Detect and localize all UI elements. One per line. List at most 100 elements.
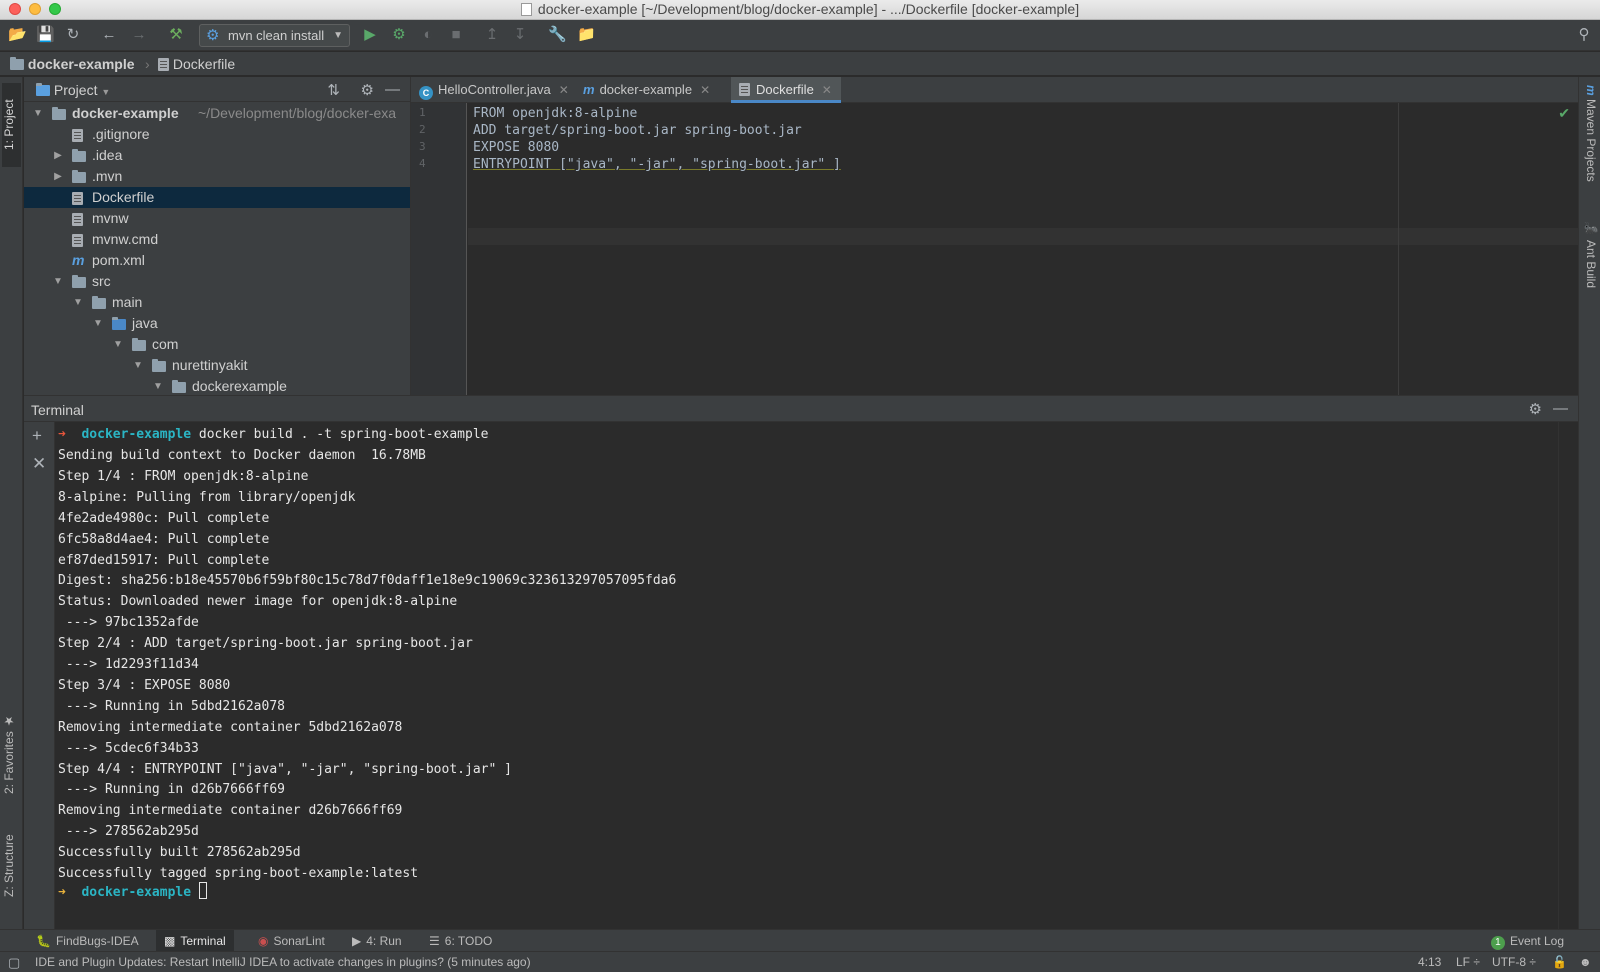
chevron-down-icon[interactable]: ▼ bbox=[92, 313, 104, 334]
tree-item[interactable]: ▶ .idea bbox=[24, 145, 410, 166]
code-line[interactable]: EXPOSE 8080 bbox=[473, 139, 559, 156]
sync-icon[interactable]: ↻ bbox=[64, 26, 82, 44]
tool-tab-label: 4: Run bbox=[366, 934, 402, 948]
terminal-scrollbar[interactable] bbox=[1558, 422, 1578, 929]
run-configuration-select[interactable]: ⚙ mvn clean install ▼ bbox=[199, 24, 350, 47]
tool-tab-project-label: 1: Project bbox=[2, 99, 16, 151]
breadcrumb-separator: › bbox=[145, 56, 150, 72]
tree-item[interactable]: Dockerfile bbox=[24, 187, 410, 208]
close-icon[interactable]: ✕ bbox=[822, 83, 832, 97]
open-folder-icon[interactable]: 📂 bbox=[8, 26, 27, 44]
tree-item-label: mvnw bbox=[92, 210, 129, 226]
hide-panel-icon[interactable]: — bbox=[385, 81, 400, 98]
terminal-line: ---> Running in d26b7666ff69 bbox=[58, 782, 285, 798]
tree-item-label: com bbox=[152, 336, 179, 352]
chevron-down-icon[interactable]: ▼ bbox=[112, 334, 124, 355]
collapse-all-icon[interactable]: ⇅ bbox=[327, 81, 340, 99]
tab-label: HelloController.java bbox=[438, 82, 551, 97]
terminal-prompt-line[interactable]: ➜ docker-example bbox=[58, 882, 207, 903]
gear-icon[interactable]: ⚙ bbox=[1529, 400, 1542, 418]
tree-item[interactable]: ▼ com bbox=[24, 334, 410, 355]
tree-item[interactable]: ▶ .mvn bbox=[24, 166, 410, 187]
forward-icon[interactable]: → bbox=[130, 26, 148, 44]
tool-tab-project[interactable]: 1: Project bbox=[2, 83, 21, 167]
close-session-icon[interactable]: ✕ bbox=[32, 454, 46, 474]
stop-icon[interactable]: ■ bbox=[447, 26, 465, 44]
chevron-down-icon[interactable]: ▼ bbox=[132, 355, 144, 376]
hide-panel-icon[interactable]: — bbox=[1553, 400, 1568, 417]
vcs-update-icon[interactable]: ↥ bbox=[483, 26, 501, 44]
chevron-down-icon[interactable]: ▼ bbox=[52, 271, 64, 292]
tool-tab-run[interactable]: ▶ 4: Run bbox=[344, 930, 410, 952]
tab-hellocontroller[interactable]: C HelloController.java ✕ bbox=[411, 77, 573, 103]
tree-item[interactable]: ▼ main bbox=[24, 292, 410, 313]
tab-label: Dockerfile bbox=[756, 82, 814, 97]
tree-item-label: src bbox=[92, 273, 111, 289]
tool-tab-structure[interactable]: Z: Structure bbox=[2, 821, 21, 911]
code-line[interactable]: ENTRYPOINT ["java", "-jar", "spring-boot… bbox=[473, 156, 841, 173]
tab-dockerfile[interactable]: Dockerfile ✕ bbox=[731, 77, 841, 103]
tree-item[interactable]: ▼ docker-example ~/Development/blog/docker… bbox=[24, 103, 410, 124]
tree-item[interactable]: mvnw bbox=[24, 208, 410, 229]
tool-tab-todo[interactable]: ☰ 6: TODO bbox=[421, 930, 500, 952]
tree-item[interactable]: ▼ nurettinyakit bbox=[24, 355, 410, 376]
toggle-tool-windows-icon[interactable]: ▢ bbox=[8, 955, 20, 971]
terminal-line: 8-alpine: Pulling from library/openjdk bbox=[58, 489, 356, 505]
chevron-right-icon[interactable]: ▶ bbox=[52, 166, 64, 187]
breadcrumb-file[interactable]: Dockerfile bbox=[158, 56, 235, 72]
run-icon[interactable]: ▶ bbox=[361, 26, 379, 44]
tree-item[interactable]: .gitignore bbox=[24, 124, 410, 145]
breadcrumb-project[interactable]: docker-example bbox=[10, 56, 135, 72]
hector-inspector-icon[interactable]: ☻ bbox=[1579, 955, 1592, 969]
tool-tab-terminal[interactable]: ▩ Terminal bbox=[156, 930, 234, 952]
code-line[interactable]: ADD target/spring-boot.jar spring-boot.j… bbox=[473, 122, 802, 139]
tree-item[interactable]: ▼ dockerexample bbox=[24, 376, 410, 395]
tool-tab-findbugs[interactable]: 🐛 FindBugs-IDEA bbox=[28, 930, 147, 952]
tool-tab-event-log[interactable]: 1 Event Log bbox=[1483, 930, 1572, 952]
tab-docker-example-pom[interactable]: m docker-example ✕ bbox=[575, 77, 723, 103]
tree-item[interactable]: mvnw.cmd bbox=[24, 229, 410, 250]
project-structure-icon[interactable]: 📁 bbox=[577, 26, 596, 44]
tool-tab-ant[interactable]: 🐜 Ant Build bbox=[1582, 222, 1598, 302]
status-bar: ▢ IDE and Plugin Updates: Restart Intell… bbox=[0, 951, 1600, 972]
file-encoding[interactable]: UTF-8 ÷ bbox=[1492, 955, 1536, 969]
line-separator[interactable]: LF ÷ bbox=[1456, 955, 1480, 969]
terminal-output[interactable]: ➜ docker-example docker build . -t sprin… bbox=[55, 422, 1558, 929]
tree-item-label: dockerexample bbox=[192, 378, 287, 394]
prompt-dir: docker-example bbox=[81, 885, 192, 900]
caret-position[interactable]: 4:13 bbox=[1418, 955, 1441, 969]
code-line[interactable]: FROM openjdk:8-alpine bbox=[473, 105, 637, 122]
close-icon[interactable]: ✕ bbox=[559, 83, 569, 97]
chevron-right-icon[interactable]: ▶ bbox=[52, 145, 64, 166]
terminal-line: ---> 5cdec6f34b33 bbox=[58, 740, 199, 756]
folder-icon bbox=[72, 149, 86, 162]
tool-tab-favorites[interactable]: 2: Favorites ★ bbox=[2, 709, 21, 799]
save-icon[interactable]: 💾 bbox=[36, 26, 55, 44]
coverage-icon[interactable]: ◐ bbox=[419, 26, 437, 44]
tree-item[interactable]: ▼ java bbox=[24, 313, 410, 334]
tool-tab-sonarlint[interactable]: ◉ SonarLint bbox=[250, 930, 333, 952]
debug-icon[interactable]: ⚙ bbox=[390, 26, 408, 44]
tree-item[interactable]: m pom.xml bbox=[24, 250, 410, 271]
terminal-line: Removing intermediate container 5dbd2162… bbox=[58, 719, 403, 735]
status-message[interactable]: IDE and Plugin Updates: Restart IntelliJ… bbox=[35, 955, 531, 969]
close-icon[interactable]: ✕ bbox=[700, 83, 710, 97]
tree-item[interactable]: ▼ src bbox=[24, 271, 410, 292]
chevron-down-icon[interactable]: ▼ bbox=[32, 103, 44, 124]
gear-icon[interactable]: ⚙ bbox=[361, 81, 374, 99]
wrench-settings-icon[interactable]: 🔧 bbox=[548, 26, 567, 44]
chevron-down-icon[interactable]: ▼ bbox=[72, 292, 84, 313]
search-icon[interactable]: ⚲ bbox=[1575, 26, 1593, 44]
terminal-command: docker build . -t spring-boot-example bbox=[191, 427, 489, 442]
project-view-select[interactable]: Project ▼ bbox=[36, 82, 110, 98]
inspection-ok-icon: ✔ bbox=[1558, 105, 1570, 121]
tool-tab-maven[interactable]: m Maven Projects bbox=[1582, 85, 1598, 195]
build-hammer-icon[interactable]: ⚒ bbox=[167, 26, 185, 44]
main-toolbar: 📂 💾 ↻ ← → ⚒ ⚙ mvn clean install ▼ ▶ ⚙ ◐ … bbox=[0, 20, 1600, 51]
vcs-download-icon[interactable]: ↧ bbox=[511, 26, 529, 44]
tree-item-label: java bbox=[132, 315, 158, 331]
lock-icon[interactable]: 🔓 bbox=[1552, 955, 1567, 969]
chevron-down-icon[interactable]: ▼ bbox=[152, 376, 164, 395]
new-session-plus-icon[interactable]: + bbox=[32, 426, 42, 446]
back-icon[interactable]: ← bbox=[100, 26, 118, 44]
